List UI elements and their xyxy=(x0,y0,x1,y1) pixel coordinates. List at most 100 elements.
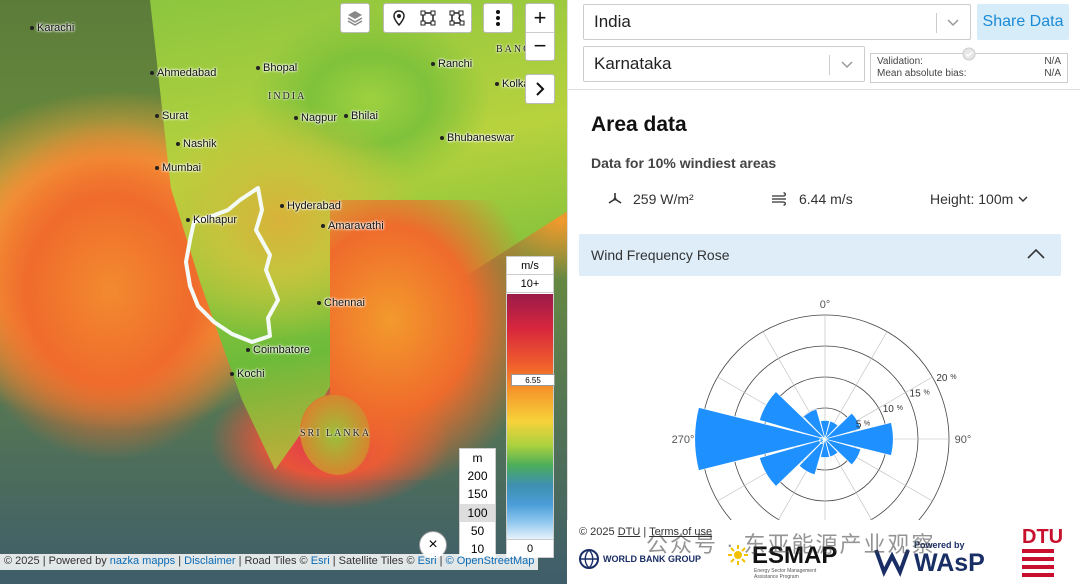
wind-turbine-icon xyxy=(608,193,622,204)
city-label: Coimbatore xyxy=(246,344,310,356)
validation-box: Validation: N/A Mean absolute bias: N/A xyxy=(870,47,1068,83)
city-name: Coimbatore xyxy=(253,344,310,356)
disclaimer-link[interactable]: Disclaimer xyxy=(184,555,235,567)
attribution-sep: | xyxy=(436,555,446,567)
height-value: Height: 100m xyxy=(930,191,1014,207)
wind-rose-accordion[interactable]: Wind Frequency Rose xyxy=(579,234,1061,276)
esri-link-2[interactable]: Esri xyxy=(418,555,437,567)
city-name: Kolhapur xyxy=(193,214,238,226)
height-option[interactable]: 150 xyxy=(460,485,495,503)
city-dot-icon xyxy=(440,136,444,141)
bias-value: N/A xyxy=(1044,68,1061,79)
map-attribution: © 2025 | Powered by nazka mapps | Discla… xyxy=(0,554,539,570)
city-label: Hyderabad xyxy=(280,200,341,212)
city-dot-icon xyxy=(495,82,499,87)
app-root: Karachi Ahmedabad Bhopal Ranchi Surat Nagpur B… xyxy=(0,0,1080,584)
rose-tick-unit: % xyxy=(864,421,870,428)
rose-direction-label: 0° xyxy=(820,299,831,311)
country-label: INDIA xyxy=(268,91,307,102)
height-option[interactable]: 200 xyxy=(460,467,495,485)
city-label: Kochi xyxy=(230,368,265,380)
rose-radial-tick: 20 xyxy=(936,373,948,384)
city-dot-icon xyxy=(230,372,234,377)
country-select[interactable]: India xyxy=(583,4,971,40)
city-label: Ranchi xyxy=(431,58,472,70)
city-dot-icon xyxy=(294,116,298,121)
more-options-button[interactable] xyxy=(483,3,513,33)
draw-toolbar xyxy=(383,3,472,33)
city-dot-icon xyxy=(280,204,284,209)
pin-icon xyxy=(392,10,405,26)
city-dot-icon xyxy=(155,114,159,119)
city-dot-icon xyxy=(186,218,190,223)
city-dot-icon xyxy=(344,114,348,119)
select-divider xyxy=(936,13,937,33)
satellite-tiles-text: | Satellite Tiles © xyxy=(329,555,418,567)
chevron-down-icon xyxy=(947,19,959,27)
share-data-button[interactable]: Share Data xyxy=(977,4,1069,40)
layers-icon xyxy=(347,11,363,26)
city-dot-icon xyxy=(150,71,154,76)
rose-tick-unit: % xyxy=(924,390,930,397)
height-selector: m 200 150 100 50 10 xyxy=(459,448,496,558)
country-value: India xyxy=(594,12,631,31)
rose-direction-label: 270° xyxy=(672,434,695,446)
validation-value: N/A xyxy=(1044,56,1061,67)
watermark: 公众号 · 东亚能源产业观察 xyxy=(646,532,936,557)
rose-radial-tick: 5 xyxy=(856,420,862,431)
city-name: Bhopal xyxy=(263,62,298,74)
rose-tick-unit: % xyxy=(950,374,956,381)
city-name: Nagpur xyxy=(301,112,338,124)
city-name: Bhilai xyxy=(351,110,378,122)
polygon-tool[interactable] xyxy=(442,4,471,32)
city-label: Mumbai xyxy=(155,162,201,174)
globe-icon xyxy=(579,549,599,569)
height-option[interactable]: 50 xyxy=(460,522,495,540)
city-label: Bhopal xyxy=(256,62,297,74)
road-tiles-text: | Road Tiles © xyxy=(235,555,311,567)
wind-speed-stat: 6.44 m/s xyxy=(771,191,853,207)
zoom-in-button[interactable]: + xyxy=(526,4,554,33)
zoom-out-button[interactable]: − xyxy=(526,33,554,61)
wind-map[interactable]: Karachi Ahmedabad Bhopal Ranchi Surat Nagpur B… xyxy=(0,0,567,584)
rectangle-tool[interactable] xyxy=(413,4,442,32)
city-dot-icon xyxy=(317,301,321,306)
expand-panel-button[interactable] xyxy=(525,74,555,104)
city-label: Nashik xyxy=(176,138,217,150)
city-name: Bhubaneswar xyxy=(447,132,515,144)
esmap-sub2: Assistance Program xyxy=(754,574,799,580)
city-name: Kochi xyxy=(237,368,265,380)
attribution-copyright: © 2025 | Powered by xyxy=(4,555,110,567)
city-name: Mumbai xyxy=(162,162,202,174)
dtu-link[interactable]: DTU xyxy=(618,526,641,538)
power-density-value: 259 W/m² xyxy=(633,191,694,207)
country-label: SRI LANKA xyxy=(300,428,372,439)
layers-button[interactable] xyxy=(340,3,370,33)
city-name: Ahmedabad xyxy=(157,67,217,79)
osm-link[interactable]: © OpenStreetMap xyxy=(446,555,535,567)
dtu-logo[interactable]: DTU xyxy=(1022,526,1063,584)
city-name: Karachi xyxy=(37,22,75,34)
chevron-up-icon xyxy=(1027,248,1045,259)
region-select[interactable]: Karnataka xyxy=(583,46,865,82)
validation-label: Validation: xyxy=(877,56,923,67)
badge-icon xyxy=(962,47,976,61)
city-dot-icon xyxy=(256,66,260,71)
city-label: Bhilai xyxy=(344,110,378,122)
area-data-title: Area data xyxy=(591,113,687,136)
bias-label: Mean absolute bias: xyxy=(877,68,967,79)
attribution-sep: | xyxy=(175,555,185,567)
height-option-active[interactable]: 100 xyxy=(460,503,495,522)
dtu-stripes-icon xyxy=(1022,549,1054,577)
rose-tick-unit: % xyxy=(897,405,903,412)
chevron-down-icon xyxy=(1018,196,1028,202)
nazka-link[interactable]: nazka mapps xyxy=(110,555,175,567)
esri-link[interactable]: Esri xyxy=(311,555,330,567)
marker-tool[interactable] xyxy=(384,4,413,32)
rose-radial-tick: 15 xyxy=(910,389,922,400)
region-value: Karnataka xyxy=(594,54,672,73)
kebab-menu-icon xyxy=(496,10,500,26)
city-dot-icon xyxy=(321,224,325,229)
height-unit: m xyxy=(472,451,483,465)
height-dropdown[interactable]: Height: 100m xyxy=(930,191,1028,207)
